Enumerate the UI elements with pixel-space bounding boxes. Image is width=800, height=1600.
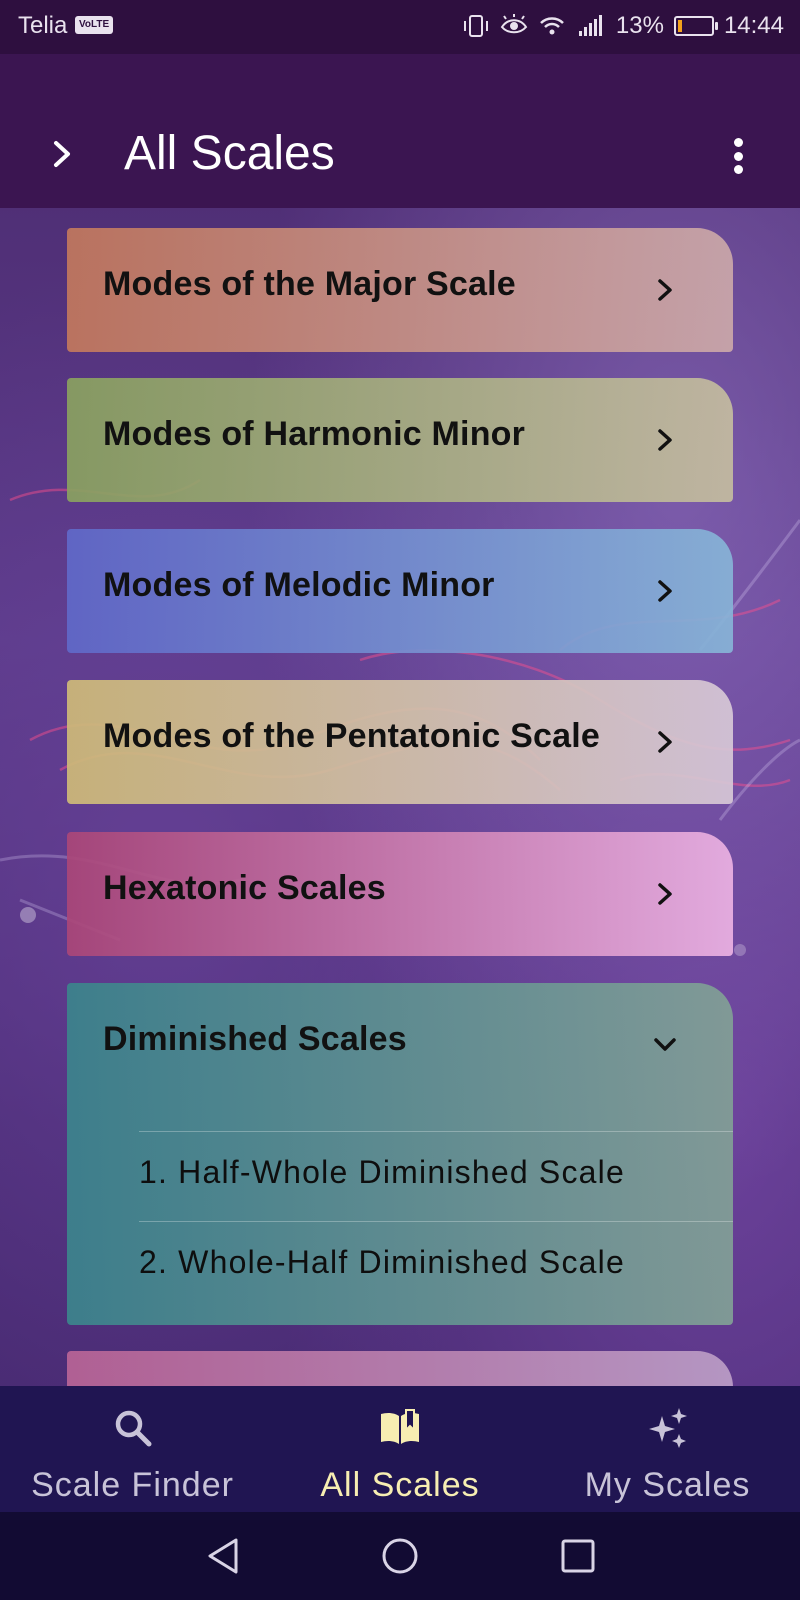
battery-icon: [673, 16, 718, 36]
nav-label: All Scales: [320, 1466, 480, 1504]
nav-scale-finder[interactable]: Scale Finder: [20, 1386, 245, 1512]
more-vertical-icon[interactable]: [720, 134, 756, 178]
battery-percent: 13%: [615, 12, 664, 39]
category-header[interactable]: Hexatonic Scales: [67, 832, 733, 956]
chevron-right-icon: [647, 573, 683, 609]
category-header[interactable]: Modes of the Pentatonic Scale: [67, 680, 733, 804]
category-title: Modes of Melodic Minor: [103, 566, 495, 604]
back-icon[interactable]: [202, 1534, 246, 1578]
category-card-melodic-minor[interactable]: Modes of Melodic Minor: [67, 529, 733, 653]
category-title: Modes of the Major Scale: [103, 265, 516, 303]
volte-badge: VoLTE: [75, 16, 114, 34]
wifi-icon: [540, 17, 564, 35]
nav-my-scales[interactable]: My Scales: [560, 1386, 775, 1512]
clock: 14:44: [723, 12, 784, 39]
scale-category-list[interactable]: Modes of the Major Scale Modes of Harmon…: [0, 208, 800, 1386]
battery-level: [677, 20, 682, 32]
category-title: Diminished Scales: [103, 1020, 407, 1058]
category-header[interactable]: Modes of the Major Scale: [67, 228, 733, 352]
chevron-right-icon[interactable]: [44, 136, 80, 172]
chevron-right-icon: [647, 724, 683, 760]
recents-icon[interactable]: [556, 1534, 600, 1578]
scale-name: 2. Whole-Half Diminished Scale: [139, 1244, 625, 1280]
chevron-down-icon: [647, 1027, 683, 1063]
vibrate-icon: [463, 15, 488, 37]
chevron-right-icon: [647, 272, 683, 308]
page-title: All Scales: [124, 127, 335, 180]
signal-icon: [578, 15, 602, 36]
carrier-name: Telia: [18, 12, 68, 39]
category-card-diminished[interactable]: Diminished Scales 1. Half-Whole Diminish…: [67, 983, 733, 1325]
home-icon[interactable]: [378, 1534, 422, 1578]
list-item[interactable]: 1. Half-Whole Diminished Scale: [139, 1131, 733, 1221]
nav-label: Scale Finder: [31, 1466, 234, 1504]
eye-comfort-icon: [500, 14, 528, 34]
category-header[interactable]: Modes of Melodic Minor: [67, 529, 733, 653]
category-card-pentatonic[interactable]: Modes of the Pentatonic Scale: [67, 680, 733, 804]
category-header[interactable]: [67, 1351, 733, 1386]
nav-all-scales[interactable]: All Scales: [290, 1386, 510, 1512]
status-icons: 13% 14:44: [462, 12, 784, 40]
list-item[interactable]: 2. Whole-Half Diminished Scale: [139, 1221, 733, 1311]
nav-label: My Scales: [584, 1466, 751, 1504]
category-card-major-modes[interactable]: Modes of the Major Scale: [67, 228, 733, 352]
category-card-partial[interactable]: [67, 1351, 733, 1386]
category-card-hexatonic[interactable]: Hexatonic Scales: [67, 832, 733, 956]
category-header[interactable]: Modes of Harmonic Minor: [67, 378, 733, 502]
category-title: Modes of the Pentatonic Scale: [103, 717, 601, 755]
category-title: Modes of Harmonic Minor: [103, 415, 526, 453]
scale-name: 1. Half-Whole Diminished Scale: [139, 1154, 625, 1190]
status-bar: Telia VoLTE 13% 14:44: [0, 0, 800, 54]
book-icon: [381, 1409, 419, 1444]
system-navigation-bar: [0, 1512, 800, 1600]
search-icon: [115, 1410, 151, 1447]
category-card-harmonic-minor[interactable]: Modes of Harmonic Minor: [67, 378, 733, 502]
chevron-right-icon: [647, 422, 683, 458]
category-title: Hexatonic Scales: [103, 869, 386, 907]
category-header[interactable]: Diminished Scales: [67, 983, 733, 1107]
app-bar: All Scales: [0, 54, 800, 208]
bottom-navigation: Scale Finder All Scales My Scales: [0, 1386, 800, 1512]
sparkles-icon: [648, 1408, 687, 1448]
chevron-right-icon: [647, 876, 683, 912]
